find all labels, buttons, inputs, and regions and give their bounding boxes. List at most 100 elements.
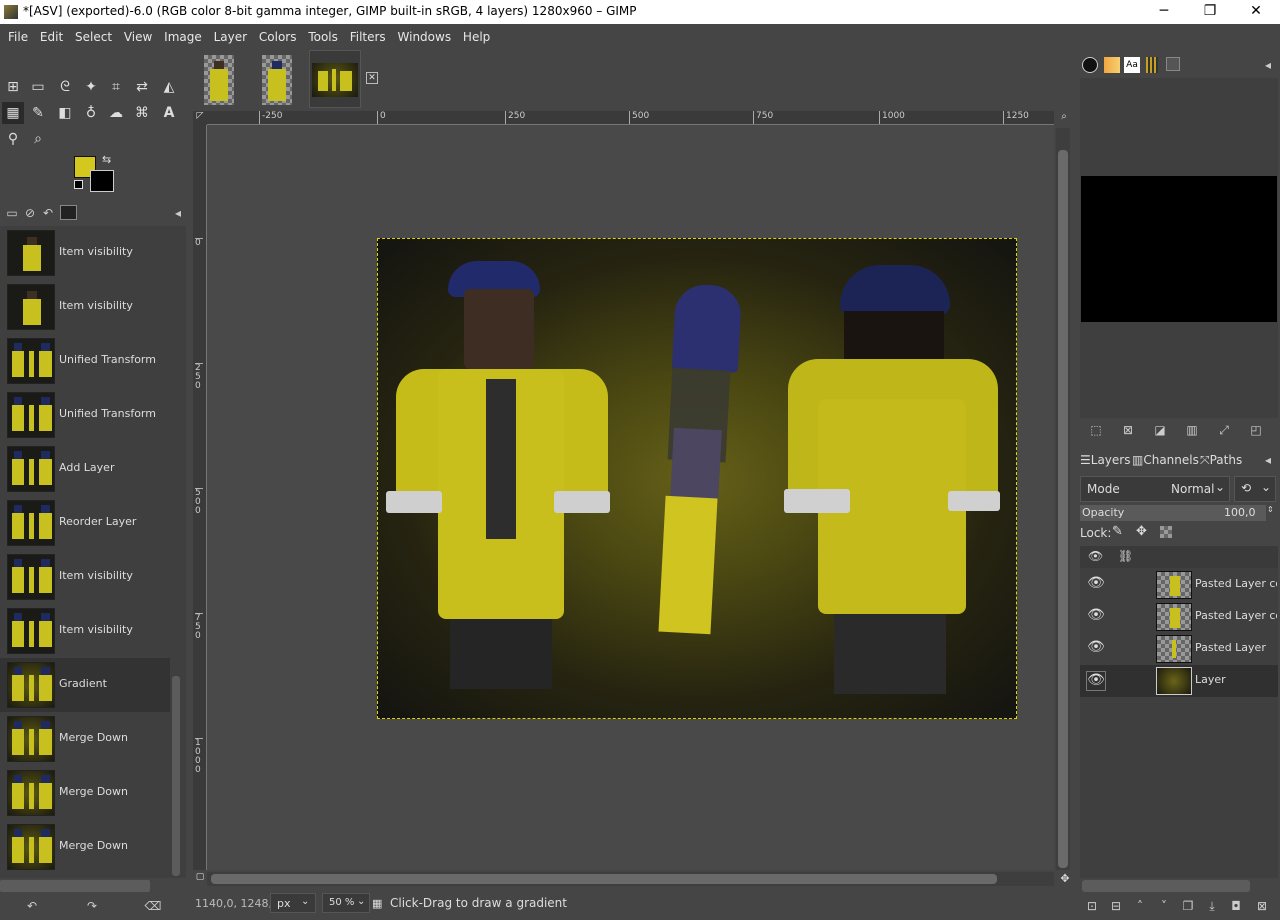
horizontal-ruler[interactable]: -250 0 250 500 750 1000 1250 — [207, 111, 1054, 125]
new-layer-group-icon[interactable]: ⊟ — [1106, 896, 1126, 916]
menu-edit[interactable]: Edit — [36, 24, 67, 44]
eraser-tool-icon[interactable]: ◧ — [54, 102, 76, 124]
tab-layers[interactable]: ☰Layers — [1080, 453, 1130, 467]
mode-select[interactable]: Mode Normal ⌄ — [1080, 476, 1230, 502]
image-tab-active[interactable] — [309, 50, 361, 108]
crop-tool-icon[interactable]: ⌗ — [105, 76, 127, 98]
duplicate-layer-icon[interactable]: ❐ — [1178, 896, 1198, 916]
canvas-hscroll-thumb[interactable] — [211, 874, 997, 884]
maximize-button[interactable]: ❐ — [1187, 0, 1233, 24]
history-item[interactable]: Add Layer — [0, 442, 170, 496]
history-scrollbar[interactable] — [172, 676, 180, 876]
dock-menu-icon[interactable]: ◂ — [1258, 450, 1278, 470]
unit-select[interactable]: px ⌄ — [270, 893, 316, 913]
layer-row[interactable]: 👁 Pasted Layer — [1080, 633, 1278, 665]
undo-icon[interactable]: ↶ — [22, 896, 42, 916]
history-item[interactable]: Item visibility — [0, 604, 170, 658]
paintbrush-tool-icon[interactable]: ✎ — [27, 102, 49, 124]
zoom-select[interactable]: 50 % ⌄ — [322, 893, 370, 913]
zoom-to-fit-icon[interactable]: ⌕ — [1056, 111, 1072, 125]
expand-icon[interactable]: ◰ — [1246, 420, 1266, 440]
warp-tool-icon[interactable]: ◭ — [158, 76, 180, 98]
history-item[interactable]: Merge Down — [0, 820, 170, 874]
menu-view[interactable]: View — [120, 24, 156, 44]
rect-select-tool-icon[interactable]: ▭ — [27, 76, 49, 98]
redo-icon[interactable]: ↷ — [82, 896, 102, 916]
menu-file[interactable]: File — [0, 24, 32, 44]
navigate-icon[interactable]: ✥ — [1058, 872, 1072, 886]
move-tool-icon[interactable]: ⊞ — [2, 76, 24, 98]
zoom-tool-icon[interactable]: ⌕ — [27, 128, 49, 150]
patterns-tab-icon[interactable] — [1104, 57, 1120, 73]
transform-tool-icon[interactable]: ⇄ — [131, 76, 153, 98]
history-item[interactable]: Merge Down — [0, 766, 170, 820]
gradients-tab-icon[interactable] — [1166, 57, 1180, 71]
vertical-ruler[interactable]: 0 250 500 750 1000 — [193, 125, 207, 870]
close-button[interactable]: ✕ — [1233, 0, 1279, 24]
fonts-tab-icon[interactable]: Aa — [1124, 57, 1140, 73]
visibility-eye-icon[interactable]: 👁 — [1086, 671, 1106, 691]
opacity-spinner[interactable]: ⇕ — [1267, 505, 1277, 521]
swap-colors-icon[interactable]: ⇆ — [102, 153, 111, 166]
quick-mask-toggle[interactable]: ▢ — [193, 872, 207, 886]
history-item[interactable]: Gradient — [0, 658, 170, 712]
minimize-button[interactable]: ─ — [1141, 0, 1187, 24]
delete-layer-icon[interactable]: ⊠ — [1252, 896, 1272, 916]
tab-paths[interactable]: ⤧Paths — [1200, 453, 1242, 468]
lasso-tool-icon[interactable]: ᘓ — [54, 76, 76, 98]
image-tab-2[interactable] — [262, 55, 292, 105]
history-hscrollbar[interactable] — [0, 880, 150, 892]
image-tab-1[interactable] — [204, 55, 234, 105]
layer-row[interactable]: 👁 Pasted Layer copy — [1080, 601, 1278, 633]
tool-options-tab-icon[interactable]: ▭ — [2, 203, 22, 223]
menu-colors[interactable]: Colors — [255, 24, 301, 44]
add-mask-icon[interactable]: ◘ — [1226, 896, 1246, 916]
lock-alpha-icon[interactable] — [1160, 526, 1172, 538]
raise-layer-icon[interactable]: ˄ — [1130, 896, 1150, 916]
layers-hscrollbar[interactable] — [1082, 880, 1250, 892]
history-item[interactable]: Item visibility — [0, 280, 170, 334]
history-item[interactable]: Item visibility — [0, 226, 170, 280]
lock-pixels-icon[interactable]: ✎ — [1112, 524, 1123, 539]
dock-menu-icon[interactable]: ◂ — [1258, 55, 1278, 75]
fuzzy-select-tool-icon[interactable]: ✦ — [80, 76, 102, 98]
select-icon[interactable]: ⬚ — [1086, 420, 1106, 440]
history-item[interactable]: Item visibility — [0, 550, 170, 604]
composite-mode-select[interactable]: ⟲ ⌄ — [1234, 476, 1276, 502]
smudge-tool-icon[interactable]: ☁ — [105, 102, 127, 124]
menu-select[interactable]: Select — [71, 24, 116, 44]
canvas-vscroll-thumb[interactable] — [1058, 150, 1068, 868]
clear-history-icon[interactable]: ⌫ — [143, 896, 163, 916]
brushes-tab-icon[interactable] — [1082, 57, 1098, 73]
text-tool-icon[interactable]: A — [158, 102, 180, 124]
edit-icon[interactable]: ◪ — [1150, 420, 1170, 440]
gradient-tool-icon[interactable]: ▦ — [2, 102, 24, 124]
history-item[interactable]: Unified Transform — [0, 388, 170, 442]
menu-help[interactable]: Help — [459, 24, 494, 44]
opacity-slider[interactable]: Opacity 100,0 — [1080, 505, 1266, 521]
clone-tool-icon[interactable]: ♁ — [80, 102, 102, 124]
wand-icon[interactable]: ⤢ — [1214, 420, 1234, 440]
clear-icon[interactable]: ⊠ — [1118, 420, 1138, 440]
menu-image[interactable]: Image — [160, 24, 206, 44]
history-item[interactable]: Reorder Layer — [0, 496, 170, 550]
lock-position-icon[interactable]: ✥ — [1136, 524, 1147, 539]
close-tab-icon[interactable]: ✕ — [366, 72, 378, 84]
new-layer-icon[interactable]: ⊡ — [1082, 896, 1102, 916]
canvas-vscrollbar[interactable] — [1056, 128, 1070, 870]
visibility-eye-icon[interactable]: 👁 — [1086, 607, 1106, 627]
palettes-tab-icon[interactable] — [1146, 57, 1158, 73]
undo-history-tab-icon[interactable]: ↶ — [38, 203, 58, 223]
history-item[interactable]: Merge Down — [0, 712, 170, 766]
menu-layer[interactable]: Layer — [210, 24, 251, 44]
default-colors-icon[interactable] — [74, 180, 83, 189]
dock-menu-icon[interactable]: ◂ — [168, 203, 188, 223]
grid-icon[interactable]: ▥ — [1182, 420, 1202, 440]
device-status-tab-icon[interactable]: ⊘ — [20, 203, 40, 223]
image-canvas[interactable] — [377, 238, 1017, 719]
canvas-hscrollbar[interactable] — [207, 872, 1054, 886]
lower-layer-icon[interactable]: ˅ — [1154, 896, 1174, 916]
ruler-corner[interactable]: ◸ — [193, 111, 207, 125]
color-picker-tool-icon[interactable]: ⚲ — [2, 128, 24, 150]
image-tab-icon[interactable] — [60, 205, 77, 220]
